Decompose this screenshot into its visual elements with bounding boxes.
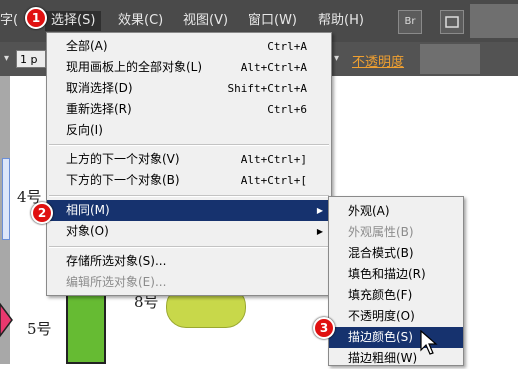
submenu-item-opacity[interactable]: 不透明度(O)	[329, 306, 463, 327]
menu-type[interactable]: 字(	[0, 11, 18, 31]
menu-item-all-on-artboard[interactable]: 现用画板上的全部对象(L) Alt+Ctrl+A	[47, 57, 331, 78]
step-badge-2: 2	[31, 202, 53, 224]
submenu-arrow-icon: ▶	[316, 227, 323, 236]
submenu-item-fill-and-stroke[interactable]: 填色和描边(R)	[329, 264, 463, 285]
menu-separator	[49, 144, 329, 146]
menu-item-deselect[interactable]: 取消选择(D) Shift+Ctrl+A	[47, 78, 331, 99]
stroke-weight-field[interactable]: 1 p	[16, 50, 46, 68]
submenu-arrow-icon: ▶	[316, 206, 323, 215]
pink-shape-object[interactable]	[0, 300, 14, 340]
submenu-item-appearance[interactable]: 外观(A)	[329, 201, 463, 222]
menu-item-select-all[interactable]: 全部(A) Ctrl+A	[47, 36, 331, 57]
mouse-cursor-icon	[420, 330, 438, 355]
submenu-item-stroke-color[interactable]: 描边颜色(S)	[329, 327, 463, 348]
blurred-region	[470, 4, 518, 38]
chevron-down-icon[interactable]: ▾	[4, 53, 9, 64]
menu-select[interactable]: 选择(S)	[45, 11, 102, 31]
arrange-documents-icon[interactable]	[440, 10, 464, 34]
menu-separator	[49, 195, 329, 197]
submenu-item-appearance-attribute: 外观属性(B)	[348, 225, 414, 239]
menu-item-object[interactable]: 对象(O) ▶	[47, 221, 331, 242]
menu-item-inverse[interactable]: 反向(I)	[47, 120, 331, 141]
opacity-link[interactable]: 不透明度	[352, 51, 404, 70]
menu-item-save-selection[interactable]: 存储所选对象(S)...	[47, 251, 331, 272]
bridge-icon[interactable]: Br	[398, 10, 422, 34]
menu-view[interactable]: 视图(V)	[183, 11, 228, 31]
green-rectangle-object[interactable]	[66, 290, 106, 364]
menu-window[interactable]: 窗口(W)	[248, 11, 297, 31]
submenu-item-stroke-weight[interactable]: 描边粗细(W)	[329, 348, 463, 369]
menu-item-reselect[interactable]: 重新选择(R) Ctrl+6	[47, 99, 331, 120]
menu-help[interactable]: 帮助(H)	[318, 11, 364, 31]
step-badge-3: 3	[313, 317, 335, 339]
menu-effect[interactable]: 效果(C)	[118, 11, 163, 31]
submenu-item-fill-color[interactable]: 填充颜色(F)	[329, 285, 463, 306]
same-submenu: 外观(A) 外观属性(B) 混合模式(B) 填色和描边(R) 填充颜色(F) 不…	[328, 196, 464, 366]
blurred-region	[420, 44, 480, 74]
selection-bounding-box[interactable]	[2, 158, 10, 240]
menu-item-next-object-above[interactable]: 上方的下一个对象(V) Alt+Ctrl+]	[47, 149, 331, 170]
chevron-down-icon[interactable]: ▾	[334, 53, 339, 64]
menu-item-next-object-below[interactable]: 下方的下一个对象(B) Alt+Ctrl+[	[47, 170, 331, 191]
menu-separator	[49, 246, 329, 248]
object-label-5: 5号	[27, 320, 52, 338]
menu-item-same[interactable]: 相同(M) ▶	[47, 200, 331, 221]
step-badge-1: 1	[25, 7, 47, 29]
submenu-item-blending-mode[interactable]: 混合模式(B)	[329, 243, 463, 264]
menu-item-edit-selection: 编辑所选对象(E)...	[66, 275, 167, 289]
select-menu-dropdown: 全部(A) Ctrl+A 现用画板上的全部对象(L) Alt+Ctrl+A 取消选择…	[46, 32, 332, 296]
